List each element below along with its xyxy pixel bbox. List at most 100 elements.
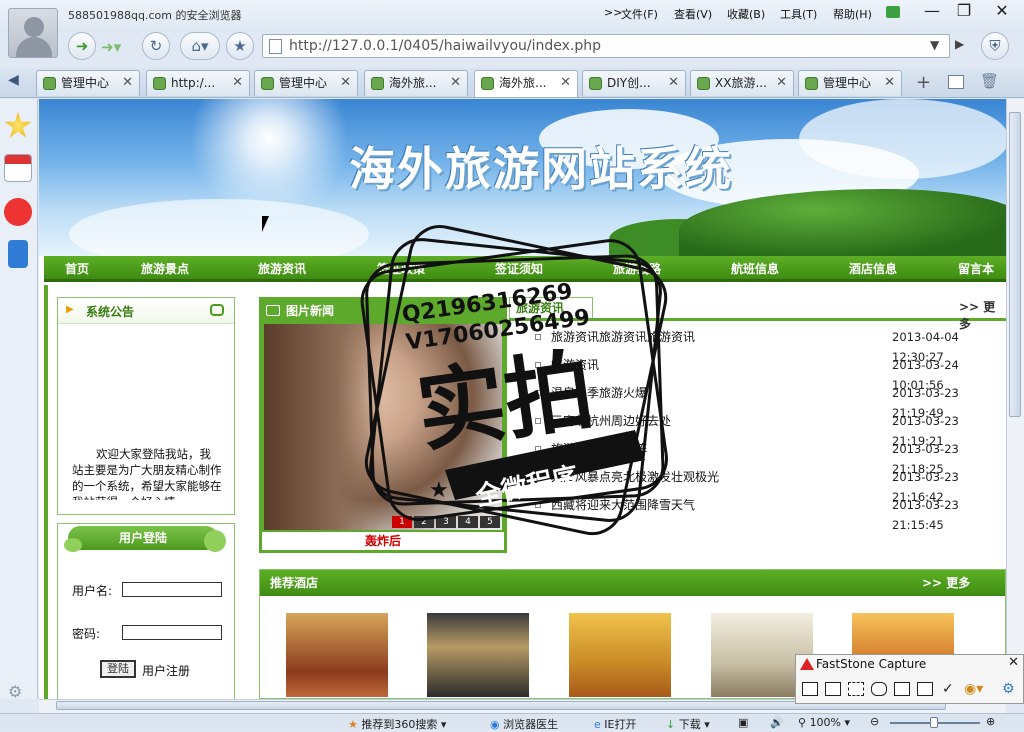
go-button[interactable]: ▶: [955, 37, 964, 51]
username-input[interactable]: [122, 582, 222, 597]
news-photo[interactable]: [264, 324, 502, 530]
close-tab-icon[interactable]: ✕: [122, 71, 133, 95]
faststone-title: FastStone Capture: [816, 657, 927, 671]
news-item[interactable]: 太阳风暴点亮北极激发壮观极光 2013-03-23 21:16:42: [535, 467, 1005, 504]
nav-flights[interactable]: 航班信息: [731, 256, 779, 282]
security-shield-button[interactable]: ⛨: [981, 32, 1009, 60]
shield-icon: ⛨: [989, 37, 1001, 55]
hotel-image[interactable]: [569, 613, 671, 697]
settings-icon[interactable]: ⚙: [1002, 681, 1015, 697]
nav-travel-news[interactable]: 旅游资讯: [258, 256, 306, 282]
address-bar[interactable]: http://127.0.0.1/0405/haiwailvyou/index.…: [262, 34, 950, 58]
pager-3[interactable]: 3: [436, 516, 456, 528]
news-item[interactable]: 旅游资讯 2013-03-24 10:01:56: [535, 355, 1005, 392]
settings-gear-icon[interactable]: ⚙: [8, 682, 22, 701]
capture-region-icon[interactable]: [848, 682, 864, 696]
close-tab-icon[interactable]: ✕: [884, 71, 895, 95]
faststone-close-button[interactable]: ✕: [1008, 655, 1019, 670]
nav-guestbook[interactable]: 留言本: [958, 256, 994, 282]
menu-help[interactable]: 帮助(H): [833, 6, 872, 22]
ie-open-item[interactable]: e IE打开: [594, 716, 636, 732]
home-button[interactable]: ⌂▾: [180, 32, 220, 60]
news-item[interactable]: 旅游资讯旅游资讯旅游资讯 2013-04-04 12:30:27: [535, 327, 1005, 364]
vertical-scroll-thumb[interactable]: [1009, 112, 1021, 417]
new-tab-button[interactable]: +: [916, 72, 931, 93]
password-input[interactable]: [122, 625, 222, 640]
screen-icon[interactable]: ▣: [738, 716, 748, 729]
pager-2[interactable]: 2: [414, 516, 434, 528]
login-button[interactable]: 登陆: [100, 660, 136, 678]
capture-window-icon[interactable]: [802, 682, 818, 696]
leaf-icon: [64, 538, 82, 552]
news-icon[interactable]: [4, 154, 32, 182]
tab-0[interactable]: 管理中心 ✕: [36, 70, 140, 96]
color-picker-icon[interactable]: ✓: [942, 681, 954, 697]
pager-4[interactable]: 4: [458, 516, 478, 528]
nav-home[interactable]: 首页: [65, 256, 89, 282]
browser-doctor-item[interactable]: ◉ 浏览器医生: [490, 716, 558, 732]
zoom-level[interactable]: ⚲ 100% ▾: [798, 716, 850, 729]
picture-caption[interactable]: 轰炸后: [262, 532, 504, 550]
hotels-more-link[interactable]: >> 更多: [922, 570, 970, 596]
close-tab-icon[interactable]: ✕: [776, 71, 787, 95]
shirt-icon[interactable]: [886, 6, 900, 18]
news-item[interactable]: 温泉冬季旅游火爆 2013-03-23 21:19:49: [535, 383, 1005, 420]
maximize-button[interactable]: ❐: [946, 0, 982, 24]
close-tab-icon[interactable]: ✕: [450, 71, 461, 95]
mobile-icon[interactable]: [8, 240, 28, 268]
weibo-icon[interactable]: [4, 198, 32, 226]
zoom-in-button[interactable]: ⊕: [986, 715, 995, 728]
menu-file[interactable]: 文件(F): [621, 6, 658, 22]
register-link[interactable]: 用户注册: [142, 662, 190, 679]
refresh-button[interactable]: ↻: [142, 32, 170, 60]
zoom-out-button[interactable]: ⊖: [870, 715, 879, 728]
menu-tools[interactable]: 工具(T): [780, 6, 817, 22]
close-tab-icon[interactable]: ✕: [340, 71, 351, 95]
close-tab-icon[interactable]: ✕: [232, 71, 243, 95]
nav-attractions[interactable]: 旅游景点: [141, 256, 189, 282]
tab-6[interactable]: XX旅游... ✕: [690, 70, 794, 96]
close-window-button[interactable]: ✕: [984, 0, 1020, 24]
capture-freehand-icon[interactable]: [871, 682, 887, 696]
capture-object-icon[interactable]: [825, 682, 841, 696]
nav-routes[interactable]: 旅游线路: [613, 256, 661, 282]
capture-scrolling-icon[interactable]: [917, 682, 933, 696]
hotel-image[interactable]: [427, 613, 529, 697]
sidebar-toggle-icon[interactable]: ◀: [8, 72, 19, 88]
tab-2[interactable]: 管理中心 ✕: [254, 70, 358, 96]
page-icon: [589, 77, 602, 90]
url-dropdown-button[interactable]: ▼: [930, 38, 939, 52]
pager-5[interactable]: 5: [480, 516, 500, 528]
tab-5[interactable]: DIY创... ✕: [582, 70, 686, 96]
speaker-icon[interactable]: 🔊: [770, 716, 784, 729]
zoom-slider-thumb[interactable]: [930, 717, 938, 728]
tab-7[interactable]: 管理中心 ✕: [798, 70, 902, 96]
download-item[interactable]: ↓ 下载 ▾: [666, 716, 710, 732]
nav-hotels[interactable]: 酒店信息: [849, 256, 897, 282]
tab-3[interactable]: 海外旅... ✕: [364, 70, 468, 96]
menu-view[interactable]: 查看(V): [674, 6, 712, 22]
hotel-image[interactable]: [286, 613, 388, 697]
capture-fullscreen-icon[interactable]: [894, 682, 910, 696]
user-avatar[interactable]: [8, 8, 58, 58]
favorite-star-button[interactable]: ★: [226, 32, 254, 60]
menu-favorites[interactable]: 收藏(B): [727, 6, 765, 22]
news-item[interactable]: 旅游观光列巨石阵 2013-03-23 21:18:25: [535, 439, 1005, 476]
nav-visa-notes[interactable]: 签证须知: [495, 256, 543, 282]
news-item[interactable]: 西藏将迎来大范围降雪天气 2013-03-23 21:15:45: [535, 495, 1005, 532]
tab-4-active[interactable]: 海外旅... ✕: [474, 70, 578, 97]
restore-tabs-icon[interactable]: [948, 75, 964, 89]
news-item[interactable]: 元宵节杭州周边好去处 2013-03-23 21:19:21: [535, 411, 1005, 448]
tab-1[interactable]: http:/... ✕: [146, 70, 250, 96]
nav-visa-policy[interactable]: 签证政策: [377, 256, 425, 282]
search-360-item[interactable]: ★ 推荐到360搜索 ▾: [348, 716, 446, 732]
close-tab-icon[interactable]: ✕: [668, 71, 679, 95]
trash-icon[interactable]: 🗑: [980, 72, 999, 90]
back-button[interactable]: ➜: [68, 32, 96, 60]
pager-1[interactable]: 1: [392, 516, 412, 528]
forward-button[interactable]: ➜▾: [101, 38, 121, 56]
close-tab-icon[interactable]: ✕: [560, 71, 571, 95]
menu-chevron[interactable]: >>: [604, 6, 622, 19]
minimize-button[interactable]: —: [914, 0, 950, 24]
palette-icon[interactable]: ◉▾: [964, 681, 983, 697]
